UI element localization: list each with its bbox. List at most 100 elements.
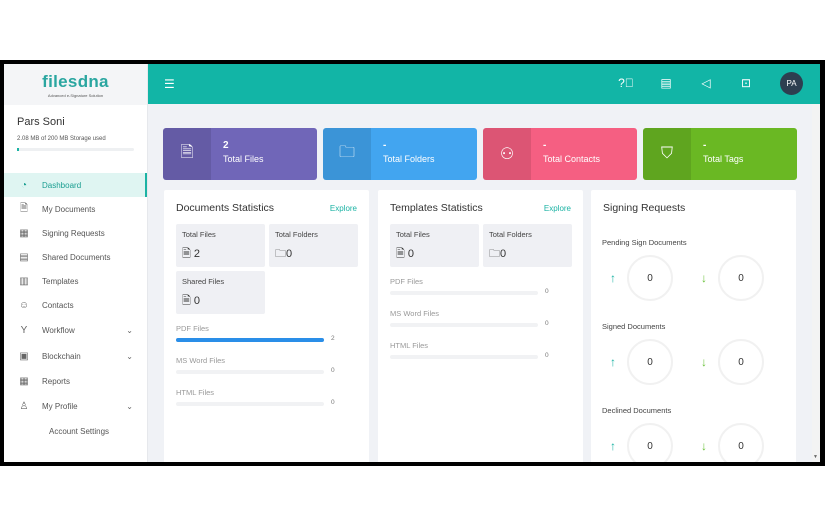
progress-value: 0 xyxy=(331,399,335,406)
value: 2 xyxy=(193,248,201,260)
label: Total Folders xyxy=(275,230,318,239)
logo-name: filesdna xyxy=(42,71,109,91)
contacts-icon: ⚇ xyxy=(483,128,531,180)
folder-icon: 🗀 xyxy=(489,248,500,260)
sidebar-item-label: Dashboard xyxy=(42,180,82,190)
sidebar-item-shared-documents[interactable]: ▤ Shared Documents xyxy=(4,245,147,269)
announcement-icon[interactable]: ◁ xyxy=(698,76,714,90)
value: 0 xyxy=(407,248,415,260)
arrow-down-icon: ↓ xyxy=(701,355,707,369)
signing-icon: ▦ xyxy=(19,227,29,239)
menu-toggle-icon[interactable]: ☰ xyxy=(164,77,175,91)
sidebar-item-label: Templates xyxy=(42,276,79,286)
sidebar-item-label: Contacts xyxy=(42,300,74,310)
stat-card-total-tags[interactable]: ⛉ - Total Tags xyxy=(643,128,797,180)
arrow-down-icon: ↓ xyxy=(701,439,707,453)
file-icon: 🗎 xyxy=(182,248,191,260)
progress-label: PDF Files xyxy=(390,277,423,286)
sidebar-item-label: My Documents xyxy=(42,204,96,214)
arrow-down-icon: ↓ xyxy=(701,271,707,285)
sidebar-item-templates[interactable]: ▥ Templates xyxy=(4,269,147,293)
templates-statistics-panel: Templates Statistics Explore Total Files… xyxy=(378,190,583,462)
progress-row: PDF Files 0 xyxy=(390,277,565,295)
sidebar-item-signing-requests[interactable]: ▦ Signing Requests xyxy=(4,221,147,245)
logo[interactable]: filesdna Advanced e-Signature Solution xyxy=(4,64,147,105)
outgoing-count[interactable]: 0 xyxy=(627,423,673,462)
document-search-icon[interactable]: ▤ xyxy=(658,76,674,90)
sidebar-item-reports[interactable]: ▦ Reports xyxy=(4,369,147,393)
avatar[interactable]: PA xyxy=(780,72,803,95)
chevron-down-icon[interactable]: ⌄ xyxy=(126,352,133,361)
tag-icon: ⛉ xyxy=(643,128,691,180)
sidebar: filesdna Advanced e-Signature Solution P… xyxy=(4,64,148,462)
stat-card-total-folders[interactable]: 🗀 - Total Folders xyxy=(323,128,477,180)
total-files-box: Total Files 🗎 0 xyxy=(390,224,479,267)
sidebar-item-my-profile[interactable]: ♙ My Profile ⌄ xyxy=(4,393,147,419)
stat-value: - xyxy=(383,140,387,151)
stat-label: Total Folders xyxy=(383,154,435,164)
arrow-up-icon: ↑ xyxy=(610,271,616,285)
translate-icon[interactable]: ⊡ xyxy=(738,76,754,90)
total-files-box: Total Files 🗎 2 xyxy=(176,224,265,267)
explore-link[interactable]: Explore xyxy=(544,204,571,213)
progress-fill xyxy=(176,338,324,342)
sidebar-item-dashboard[interactable]: ◔ Dashboard xyxy=(4,173,147,197)
outgoing-count[interactable]: 0 xyxy=(627,339,673,385)
profile-icon: ♙ xyxy=(19,400,29,412)
folder-icon: 🗀 xyxy=(323,128,371,180)
progress-row: MS Word Files 0 xyxy=(390,309,565,327)
stat-card-total-files[interactable]: 🗎 2 Total Files xyxy=(163,128,317,180)
sidebar-item-label: My Profile xyxy=(42,401,78,411)
outgoing-count[interactable]: 0 xyxy=(627,255,673,301)
progress-bar xyxy=(390,291,538,295)
progress-row: HTML Files 0 xyxy=(390,341,565,359)
sidebar-item-workflow[interactable]: Y Workflow ⌄ xyxy=(4,317,147,343)
reports-icon: ▦ xyxy=(19,375,29,387)
sidebar-subitem[interactable]: Account Settings xyxy=(4,419,147,443)
shared-icon: ▤ xyxy=(19,251,29,263)
progress-label: HTML Files xyxy=(176,388,215,397)
progress-label: HTML Files xyxy=(390,341,429,350)
top-header: ☰ ?⃝ ▤ ◁ ⊡ PA xyxy=(148,64,820,104)
sidebar-item-blockchain[interactable]: ▣ Blockchain ⌄ xyxy=(4,343,147,369)
incoming-count[interactable]: 0 xyxy=(718,423,764,462)
logo-tagline: Advanced e-Signature Solution xyxy=(47,92,104,98)
total-folders-box: Total Folders 🗀0 xyxy=(269,224,358,267)
folder-icon: 🗀 xyxy=(275,248,286,260)
progress-bar xyxy=(176,402,324,406)
storage-bar xyxy=(17,148,134,151)
scrollbar[interactable]: ▼ xyxy=(812,104,820,462)
label: Total Files xyxy=(396,230,430,239)
chevron-down-icon[interactable]: ⌄ xyxy=(126,402,133,411)
explore-link[interactable]: Explore xyxy=(330,204,357,213)
progress-bar xyxy=(390,355,538,359)
stat-value: 2 xyxy=(223,140,229,151)
workflow-icon: Y xyxy=(20,324,28,336)
sidebar-item-label: Signing Requests xyxy=(42,228,105,238)
progress-label: PDF Files xyxy=(176,324,209,333)
arrow-up-icon: ↑ xyxy=(610,439,616,453)
progress-row: HTML Files 0 xyxy=(176,388,351,406)
progress-row: PDF Files 2 xyxy=(176,324,351,342)
incoming-count[interactable]: 0 xyxy=(718,255,764,301)
file-icon: 🗎 xyxy=(163,128,211,180)
help-icon[interactable]: ?⃝ xyxy=(618,76,634,90)
progress-value: 0 xyxy=(545,320,549,327)
sidebar-item-my-documents[interactable]: 🗎 My Documents xyxy=(4,197,147,221)
sidebar-item-label: Reports xyxy=(42,376,71,386)
stat-label: Total Tags xyxy=(703,154,744,164)
documents-statistics-panel: Documents Statistics Explore Total Files… xyxy=(164,190,369,462)
chevron-down-icon[interactable]: ⌄ xyxy=(126,326,133,335)
shared-file-icon: 🗎 xyxy=(182,295,191,307)
sidebar-item-label: Blockchain xyxy=(42,351,81,361)
signing-group-label: Signed Documents xyxy=(602,322,666,331)
stat-card-total-contacts[interactable]: ⚇ - Total Contacts xyxy=(483,128,637,180)
contacts-icon: ☺ xyxy=(18,299,30,311)
sidebar-item-label: Shared Documents xyxy=(42,252,111,262)
scroll-down-icon[interactable]: ▼ xyxy=(813,454,818,460)
incoming-count[interactable]: 0 xyxy=(718,339,764,385)
arrow-up-icon: ↑ xyxy=(610,355,616,369)
sidebar-item-contacts[interactable]: ☺ Contacts xyxy=(4,293,147,317)
progress-row: MS Word Files 0 xyxy=(176,356,351,374)
label: Total Folders xyxy=(489,230,532,239)
